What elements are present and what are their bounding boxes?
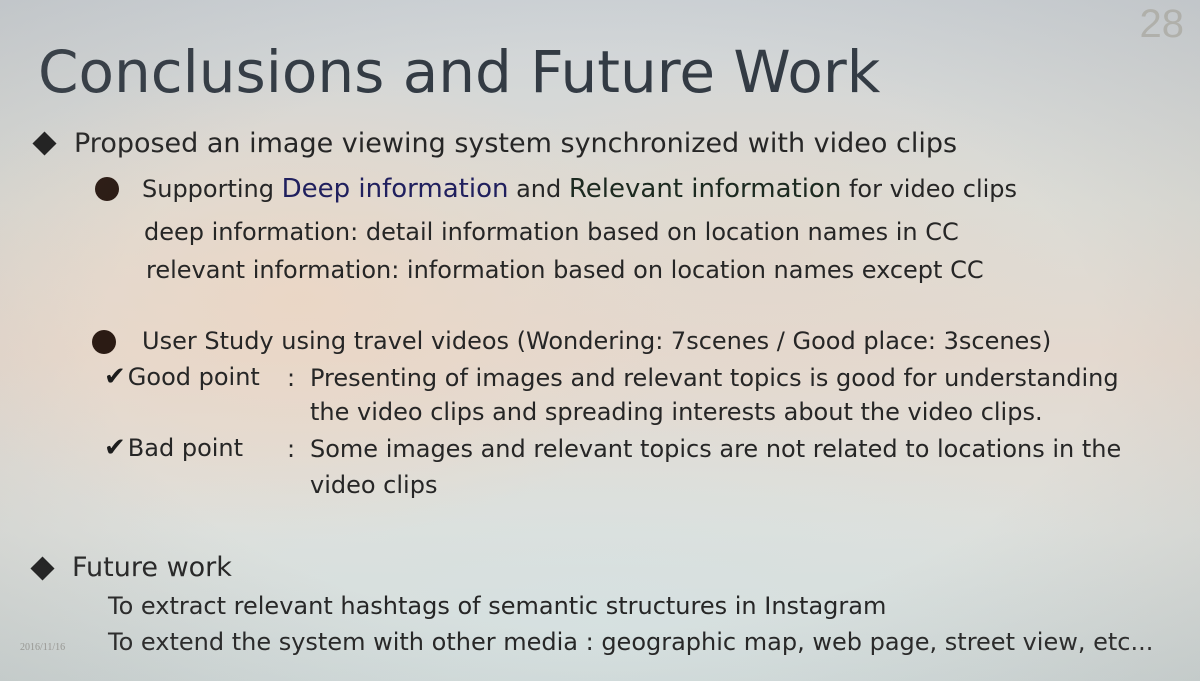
- diamond-icon: [32, 131, 57, 156]
- detail-relevant-information: relevant information: information based …: [146, 256, 984, 284]
- bad-point-label: ✔Bad point: [104, 433, 243, 463]
- bullet-supporting-middle: and: [508, 175, 569, 203]
- detail-deep-information: deep information: detail information bas…: [144, 218, 959, 246]
- good-point-line-2: the video clips and spreading interests …: [310, 398, 1043, 426]
- dot-icon: [95, 177, 119, 201]
- future-work-item-2: To extend the system with other media : …: [108, 628, 1154, 656]
- check-icon: ✔: [104, 362, 126, 392]
- bad-point-line-2: video clips: [310, 471, 438, 499]
- page-number: 28: [1139, 2, 1185, 46]
- bad-point-separator: :: [287, 435, 296, 463]
- future-work-item-1: To extract relevant hashtags of semantic…: [108, 592, 887, 620]
- bad-point-label-text: Bad point: [127, 434, 244, 462]
- bullet-supporting: Supporting Deep information and Relevant…: [142, 174, 1017, 204]
- bad-point-line-1: Some images and relevant topics are not …: [310, 435, 1122, 463]
- good-point-label-text: Good point: [127, 363, 260, 391]
- dot-icon: [92, 330, 116, 354]
- good-point-line-1: Presenting of images and relevant topics…: [310, 364, 1119, 392]
- diamond-icon: [30, 556, 55, 581]
- good-point-label: ✔Good point: [104, 362, 260, 392]
- term-relevant-information: Relevant information: [568, 174, 842, 204]
- section-heading-future-work: Future work: [72, 552, 232, 583]
- term-deep-information: Deep information: [281, 174, 509, 204]
- check-icon: ✔: [104, 433, 126, 463]
- bullet-supporting-suffix: for video clips: [841, 175, 1018, 203]
- section-heading-proposed: Proposed an image viewing system synchro…: [74, 128, 958, 159]
- bullet-supporting-prefix: Supporting: [142, 175, 282, 203]
- good-point-separator: :: [287, 364, 296, 392]
- date-stamp: 2016/11/16: [20, 642, 66, 653]
- page-title: Conclusions and Future Work: [38, 38, 881, 106]
- slide: 28 Conclusions and Future Work Proposed …: [0, 0, 1200, 681]
- bullet-user-study: User Study using travel videos (Wonderin…: [142, 327, 1052, 355]
